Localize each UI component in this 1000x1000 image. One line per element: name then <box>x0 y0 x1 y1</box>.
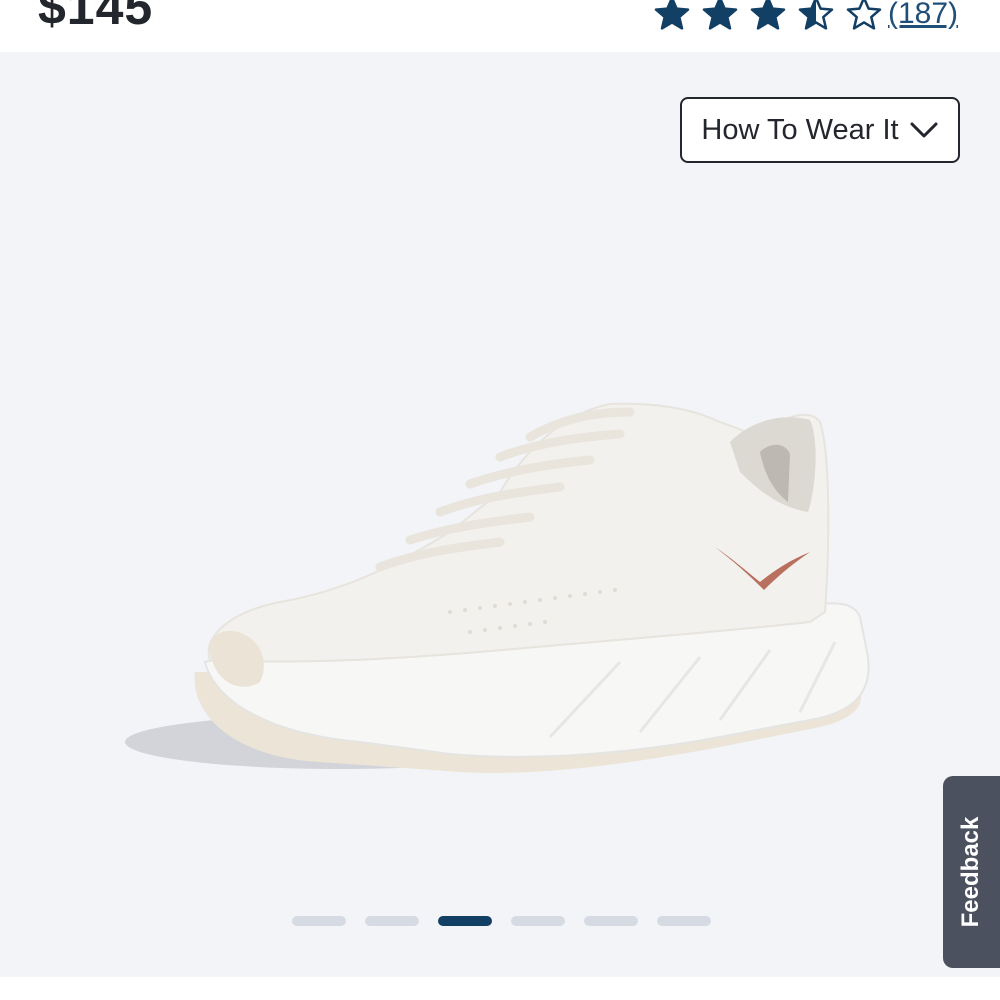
star-icon <box>750 0 786 32</box>
carousel-dot-1[interactable] <box>292 916 346 926</box>
carousel-dot-3[interactable] <box>438 916 492 926</box>
how-to-wear-it-label: How To Wear It <box>701 113 899 146</box>
product-image-gallery[interactable]: How To Wear It <box>0 52 1000 977</box>
star-icon <box>702 0 738 32</box>
carousel-dot-5[interactable] <box>584 916 638 926</box>
how-to-wear-it-button[interactable]: How To Wear It <box>680 97 960 163</box>
star-icon <box>654 0 690 32</box>
feedback-tab[interactable]: Feedback <box>943 776 1000 968</box>
carousel-dot-6[interactable] <box>657 916 711 926</box>
product-header: $145 (187) <box>0 0 1000 52</box>
carousel-dot-4[interactable] <box>511 916 565 926</box>
product-page: $145 (187) How To Wear It Feedback <box>0 0 1000 1000</box>
page-bottom <box>0 977 1000 1000</box>
product-shoe-image[interactable] <box>120 342 900 782</box>
feedback-label: Feedback <box>957 816 984 928</box>
chevron-down-icon <box>910 122 938 138</box>
carousel-dot-2[interactable] <box>365 916 419 926</box>
carousel-pagination <box>292 916 711 926</box>
product-price: $145 <box>38 0 154 35</box>
product-rating[interactable]: (187) <box>654 0 958 32</box>
star-outline-icon <box>846 0 882 32</box>
star-half-icon <box>798 0 834 32</box>
review-count-link[interactable]: (187) <box>888 0 958 31</box>
